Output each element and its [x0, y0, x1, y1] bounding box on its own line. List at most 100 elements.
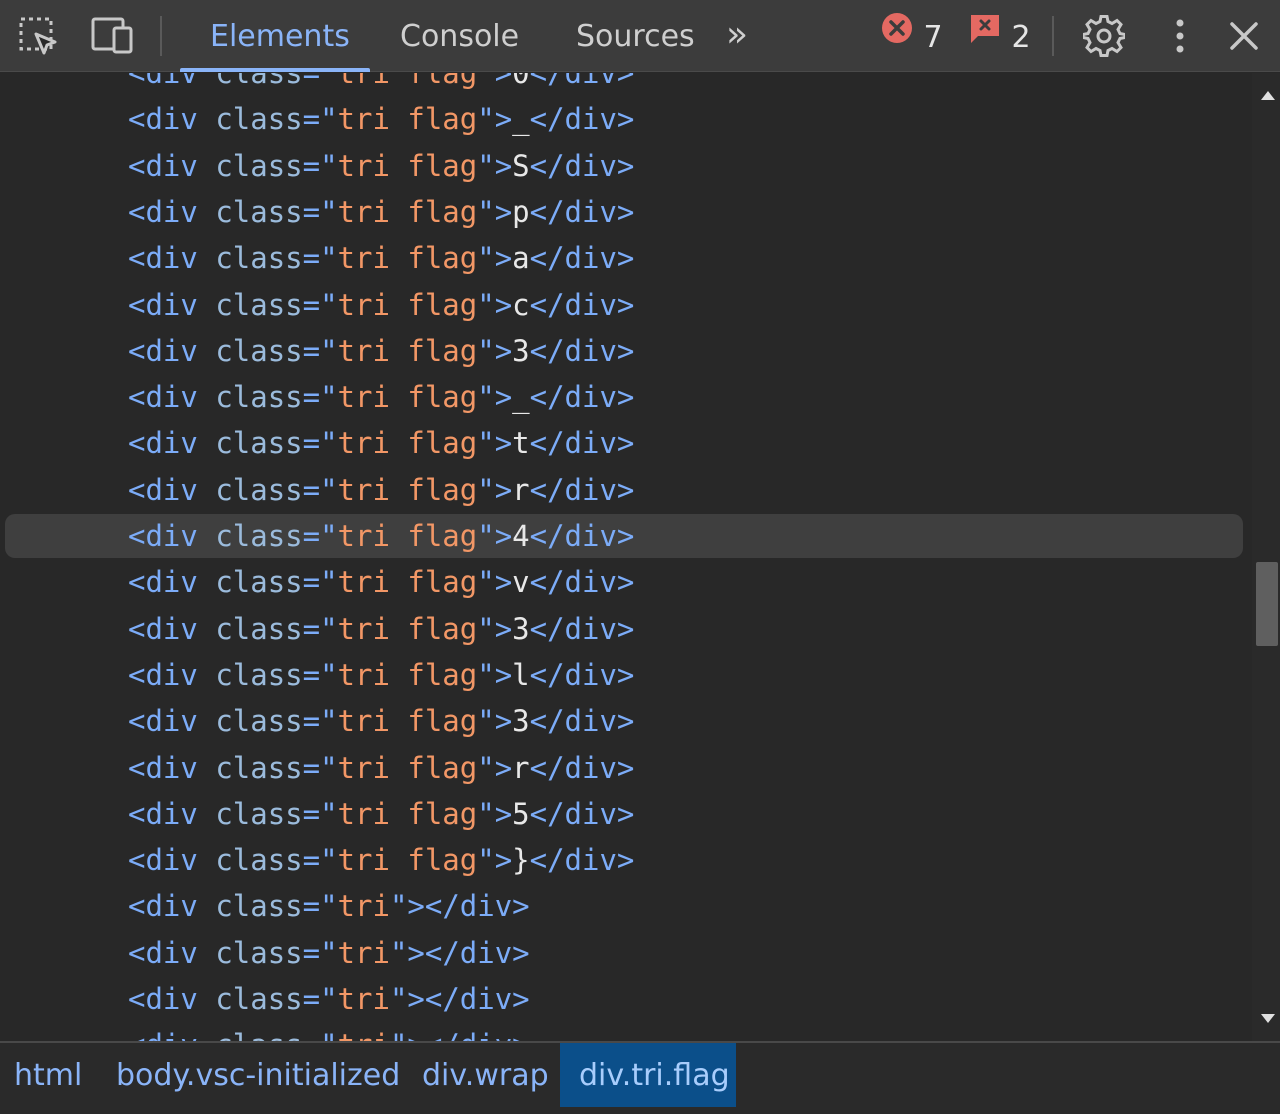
error-count: 7: [923, 20, 943, 55]
tag-end: </div>: [529, 611, 635, 646]
tag-end: </div>: [529, 333, 635, 368]
attr-name: class: [215, 889, 303, 924]
attr-value: tri flag: [337, 796, 478, 831]
breadcrumb-item-body[interactable]: body.vsc-initialized: [116, 1043, 400, 1107]
attr-value: tri flag: [337, 472, 478, 507]
attr-value: tri flag: [337, 194, 478, 229]
dom-node-row[interactable]: <div class="tri"></div>: [128, 930, 530, 976]
error-counter[interactable]: 7: [880, 0, 943, 72]
attr-eq: =": [303, 1028, 338, 1041]
attr-value: tri flag: [337, 426, 478, 461]
tag-end: </div>: [424, 982, 530, 1016]
node-text: 4: [512, 519, 530, 553]
dom-node-row[interactable]: <div class="tri flag">r</div>: [128, 467, 634, 513]
attr-name: class: [215, 287, 303, 322]
devtools-toolbar: Elements Console Sources » 7 2: [0, 0, 1280, 72]
attr-value: tri: [337, 982, 390, 1016]
dom-node-row[interactable]: <div class="tri flag">c</div>: [128, 282, 634, 328]
breadcrumb-item-div-tri-flag[interactable]: div.tri.flag: [560, 1043, 736, 1107]
attr-value: tri flag: [337, 704, 478, 739]
attr-value: tri flag: [337, 750, 478, 785]
tag-close-bracket: ">: [477, 380, 513, 415]
node-text: c: [512, 287, 530, 322]
inspect-element-icon[interactable]: [16, 14, 60, 58]
tag-end: </div>: [529, 796, 635, 831]
dom-node-row[interactable]: <div class="tri flag">5</div>: [128, 791, 634, 837]
dom-node-row[interactable]: <div class="tri flag">r</div>: [128, 745, 634, 791]
attr-name: class: [215, 657, 303, 692]
tag-close-bracket: ">: [477, 704, 513, 739]
dom-node-row[interactable]: <div class="tri flag">v</div>: [128, 559, 634, 605]
attr-name: class: [215, 102, 303, 137]
scrollbar-thumb[interactable]: [1256, 562, 1278, 646]
tag-end: </div>: [529, 704, 635, 739]
attr-eq: =": [302, 750, 338, 785]
dom-node-row[interactable]: <div class="tri flag">}</div>: [128, 837, 634, 883]
tag-open: <div: [128, 519, 216, 553]
attr-name: class: [215, 935, 303, 970]
attr-value: tri flag: [337, 657, 478, 692]
tag-close-bracket: ">: [477, 657, 513, 692]
attr-eq: =": [302, 565, 338, 600]
issues-counter[interactable]: 2: [968, 0, 1031, 72]
scroll-down-arrow-icon[interactable]: [1260, 1013, 1276, 1025]
more-tabs-button[interactable]: »: [726, 0, 748, 72]
attr-value: tri flag: [337, 843, 478, 878]
gear-icon[interactable]: [1082, 14, 1126, 58]
node-text: v: [512, 565, 530, 600]
breadcrumb-item-div-wrap[interactable]: div.wrap: [422, 1043, 549, 1107]
dom-node-row[interactable]: <div class="tri flag">_</div>: [128, 96, 634, 142]
dom-node-row[interactable]: <div class="tri flag">l</div>: [128, 652, 634, 698]
attr-eq: =": [302, 611, 338, 646]
dom-node-row[interactable]: <div class="tri"></div>: [128, 1022, 530, 1041]
attr-eq: =": [302, 287, 338, 322]
node-text: _: [512, 380, 530, 415]
dom-node-row[interactable]: <div class="tri flag">p</div>: [128, 189, 634, 235]
dom-node-row[interactable]: <div class="tri"></div>: [128, 976, 530, 1022]
tag-close-bracket: ">: [477, 796, 513, 831]
tab-sources[interactable]: Sources: [576, 0, 695, 72]
dom-node-row[interactable]: <div class="tri flag">3</div>: [128, 698, 634, 744]
dom-node-row[interactable]: <div class="tri flag">t</div>: [128, 420, 634, 466]
tag-end: </div>: [424, 935, 530, 970]
node-text: 3: [512, 611, 530, 646]
node-text: S: [512, 148, 530, 183]
attr-value: tri flag: [337, 380, 478, 415]
scroll-up-arrow-icon[interactable]: [1260, 89, 1276, 101]
dom-node-row[interactable]: <div class="tri flag">3</div>: [128, 328, 634, 374]
kebab-menu-icon[interactable]: [1158, 14, 1202, 58]
tag-end: </div>: [424, 889, 530, 924]
tag-end: </div>: [529, 657, 635, 692]
dom-node-row[interactable]: <div class="tri"></div>: [128, 883, 530, 929]
attr-value: tri flag: [337, 241, 478, 276]
tab-elements[interactable]: Elements: [210, 0, 350, 72]
tag-end: </div>: [529, 102, 635, 137]
tag-open: <div: [128, 380, 216, 415]
attr-eq: =": [302, 426, 338, 461]
tab-console[interactable]: Console: [400, 0, 519, 72]
dom-node-row[interactable]: <div class="tri flag">0</div>: [128, 73, 634, 96]
attr-name: class: [215, 704, 303, 739]
dom-node-row[interactable]: <div class="tri flag">_</div>: [128, 374, 634, 420]
breadcrumb-item-html[interactable]: html: [14, 1043, 82, 1107]
toolbar-divider: [160, 16, 162, 56]
tag-open: <div: [128, 73, 216, 90]
tag-open: <div: [128, 889, 216, 924]
attr-name: class: [215, 982, 303, 1016]
close-icon[interactable]: [1222, 14, 1266, 58]
tag-end: </div>: [529, 843, 635, 878]
node-text: }: [512, 843, 530, 878]
tag-close-bracket: ">: [477, 565, 513, 600]
dom-node-row[interactable]: <div class="tri flag">3</div>: [128, 606, 634, 652]
dom-node-row[interactable]: <div class="tri flag">S</div>: [128, 143, 634, 189]
dom-node-row[interactable]: <div class="tri flag">a</div>: [128, 235, 634, 281]
device-toolbar-icon[interactable]: [90, 14, 134, 58]
tag-close-bracket: ">: [477, 102, 513, 137]
tag-close-bracket: ">: [389, 935, 425, 970]
node-text: p: [512, 194, 530, 229]
attr-name: class: [215, 73, 303, 90]
attr-name: class: [215, 333, 303, 368]
elements-tree[interactable]: <div class="tri flag">0</div> <div class=…: [0, 73, 1252, 1041]
vertical-scrollbar[interactable]: [1252, 73, 1280, 1041]
dom-node-row-selected[interactable]: <div class="tri flag">4</div>: [128, 513, 634, 559]
